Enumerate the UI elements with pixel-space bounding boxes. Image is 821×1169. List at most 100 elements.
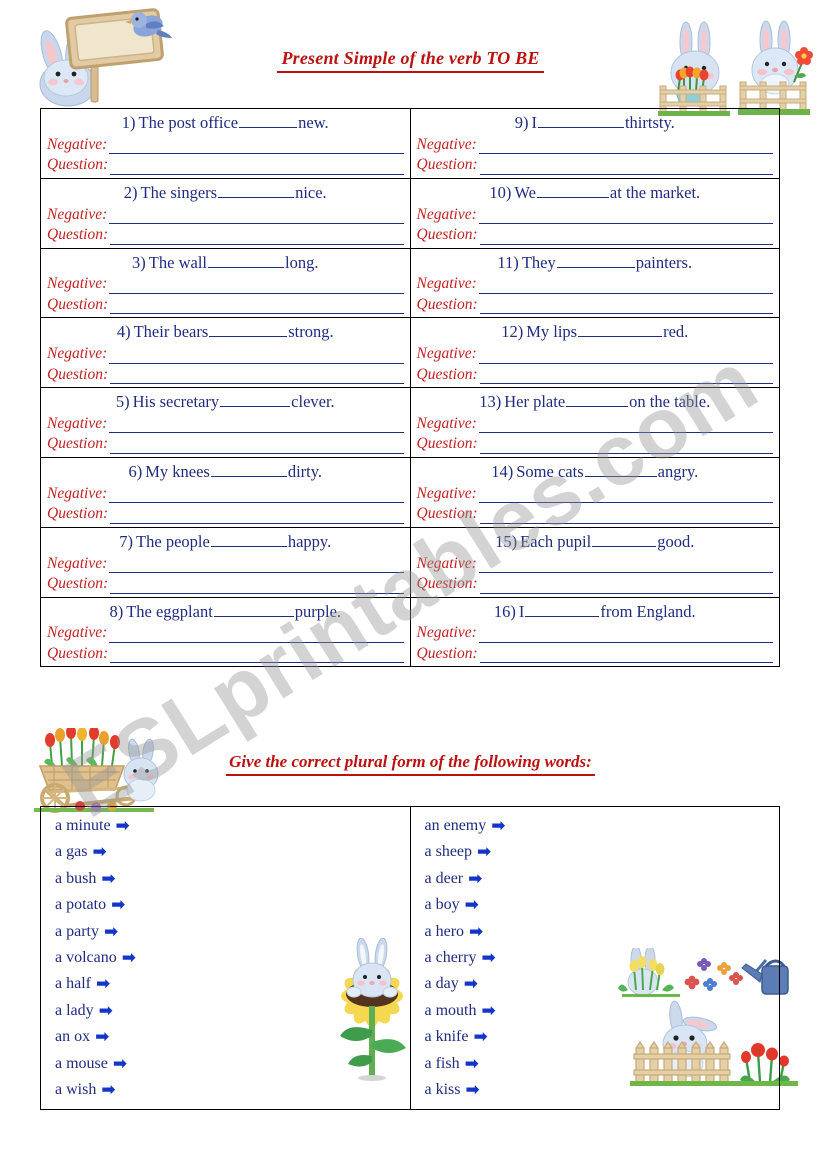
plural-list-item[interactable]: a minute ➡ bbox=[55, 813, 410, 839]
negative-answer-blank[interactable] bbox=[109, 559, 404, 574]
question-answer-blank[interactable] bbox=[479, 231, 773, 245]
answer-blank[interactable] bbox=[209, 323, 288, 338]
answer-blank[interactable] bbox=[566, 393, 629, 408]
answer-blank[interactable] bbox=[239, 114, 298, 128]
negative-answer-blank[interactable] bbox=[109, 419, 404, 434]
negative-answer-blank[interactable] bbox=[478, 140, 773, 155]
plural-word: an enemy bbox=[424, 817, 487, 834]
plural-list-item[interactable]: a deer ➡ bbox=[425, 866, 780, 892]
exercise-sentence: 5) His secretary clever. bbox=[47, 390, 404, 413]
question-answer-blank[interactable] bbox=[479, 370, 773, 385]
answer-blank[interactable] bbox=[218, 184, 295, 198]
question-answer-blank[interactable] bbox=[479, 161, 773, 175]
question-answer-blank[interactable] bbox=[479, 580, 773, 594]
plural-list-item[interactable]: a wish ➡ bbox=[55, 1077, 410, 1103]
question-answer-blank[interactable] bbox=[110, 440, 404, 454]
sentence-before-blank: The post office bbox=[138, 113, 239, 132]
negative-prompt-line: Negative: bbox=[47, 344, 404, 364]
plural-list-item[interactable]: a knife ➡ bbox=[425, 1024, 780, 1050]
plural-right-cell: an enemy ➡ a sheep ➡ a deer ➡ a boy ➡ a hero ➡ a c… bbox=[409, 805, 780, 1111]
negative-answer-blank[interactable] bbox=[478, 210, 773, 225]
question-answer-blank[interactable] bbox=[479, 649, 773, 664]
negative-answer-blank[interactable] bbox=[478, 280, 773, 294]
verb-exercise-cell: 13) Her plate on the table. Negative: Questi… bbox=[409, 387, 780, 458]
answer-blank[interactable] bbox=[592, 533, 657, 547]
plural-list-item[interactable]: a kiss ➡ bbox=[425, 1077, 780, 1103]
verb-exercise-cell: 9) Ithirtsty. Negative: Question: bbox=[409, 108, 780, 179]
plural-list-item[interactable]: a half ➡ bbox=[55, 971, 410, 997]
verb-exercise-row: 5) His secretary clever. Negative: Question:… bbox=[40, 387, 780, 458]
plural-list-item[interactable]: a boy ➡ bbox=[425, 892, 780, 918]
answer-blank[interactable] bbox=[537, 114, 624, 128]
plural-list-item[interactable]: an enemy ➡ bbox=[425, 813, 780, 839]
negative-answer-blank[interactable] bbox=[109, 210, 404, 225]
plural-list-item[interactable]: a potato ➡ bbox=[55, 892, 410, 918]
negative-answer-blank[interactable] bbox=[478, 629, 773, 643]
exercise-sentence: 12) My lips red. bbox=[417, 320, 774, 343]
question-prompt-line: Question: bbox=[417, 574, 773, 594]
question-answer-blank[interactable] bbox=[110, 231, 404, 245]
question-answer-blank[interactable] bbox=[110, 580, 404, 594]
sentence-before-blank: They bbox=[521, 252, 556, 272]
exercise-number: 16) bbox=[493, 601, 516, 621]
sentence-after-blank: painters. bbox=[635, 252, 693, 272]
question-label: Question: bbox=[47, 505, 109, 523]
plural-list-item[interactable]: a mouth ➡ bbox=[425, 998, 780, 1024]
negative-answer-blank[interactable] bbox=[478, 559, 773, 574]
sentence-after-blank: strong. bbox=[288, 322, 334, 342]
answer-blank[interactable] bbox=[220, 393, 291, 408]
negative-answer-blank[interactable] bbox=[478, 350, 773, 364]
negative-answer-blank[interactable] bbox=[109, 140, 404, 155]
negative-answer-blank[interactable] bbox=[478, 489, 773, 504]
negative-answer-blank[interactable] bbox=[478, 419, 773, 434]
negative-label: Negative: bbox=[416, 275, 477, 293]
negative-answer-blank[interactable] bbox=[109, 489, 404, 504]
plural-list-item[interactable]: a fish ➡ bbox=[425, 1051, 780, 1077]
sentence-after-blank: angry. bbox=[657, 461, 699, 481]
question-answer-blank[interactable] bbox=[110, 510, 404, 524]
sentence-after-blank: nice. bbox=[295, 182, 327, 202]
answer-blank[interactable] bbox=[556, 254, 635, 268]
question-label: Question: bbox=[47, 435, 109, 453]
question-answer-blank[interactable] bbox=[479, 300, 773, 315]
plural-list-item[interactable]: a sheep ➡ bbox=[425, 839, 780, 865]
plural-word: a wish bbox=[55, 1081, 97, 1099]
plural-list-item[interactable]: an ox ➡ bbox=[55, 1024, 410, 1050]
negative-label: Negative: bbox=[47, 275, 108, 293]
plural-list-item[interactable]: a volcano ➡ bbox=[55, 945, 410, 971]
plural-list-item[interactable]: a party ➡ bbox=[55, 919, 410, 945]
plural-list-item[interactable]: a gas ➡ bbox=[55, 839, 410, 865]
question-label: Question: bbox=[47, 365, 109, 383]
plural-list-item[interactable]: a day ➡ bbox=[425, 971, 780, 997]
question-answer-blank[interactable] bbox=[110, 649, 404, 664]
question-answer-blank[interactable] bbox=[479, 440, 773, 454]
verb-exercise-cell: 5) His secretary clever. Negative: Question: bbox=[40, 387, 411, 458]
plural-list-item[interactable]: a bush ➡ bbox=[55, 866, 410, 892]
negative-answer-blank[interactable] bbox=[109, 629, 404, 643]
negative-prompt-line: Negative: bbox=[47, 623, 404, 643]
answer-blank[interactable] bbox=[536, 184, 609, 198]
plural-list-item[interactable]: a lady ➡ bbox=[55, 998, 410, 1024]
question-label: Question: bbox=[416, 365, 478, 383]
question-answer-blank[interactable] bbox=[110, 300, 404, 315]
plural-list-item[interactable]: a cherry ➡ bbox=[425, 945, 780, 971]
answer-blank[interactable] bbox=[578, 323, 663, 338]
answer-blank[interactable] bbox=[210, 463, 287, 477]
question-answer-blank[interactable] bbox=[110, 161, 404, 175]
answer-blank[interactable] bbox=[210, 533, 287, 547]
plural-list-item[interactable]: a mouse ➡ bbox=[55, 1051, 410, 1077]
exercise-number: 12) bbox=[501, 322, 524, 342]
plural-list-item[interactable]: a hero ➡ bbox=[425, 919, 780, 945]
answer-blank[interactable] bbox=[207, 254, 284, 268]
question-answer-blank[interactable] bbox=[479, 510, 773, 524]
answer-blank[interactable] bbox=[213, 603, 294, 617]
exercise-number: 15) bbox=[495, 531, 518, 551]
negative-answer-blank[interactable] bbox=[109, 350, 404, 364]
sentence-after-blank: dirty. bbox=[287, 461, 323, 481]
page-title: Present Simple of the verb TO BE bbox=[0, 48, 821, 73]
question-answer-blank[interactable] bbox=[110, 370, 404, 385]
negative-label: Negative: bbox=[416, 205, 477, 223]
negative-answer-blank[interactable] bbox=[109, 280, 404, 294]
answer-blank[interactable] bbox=[584, 463, 657, 477]
answer-blank[interactable] bbox=[525, 603, 600, 617]
